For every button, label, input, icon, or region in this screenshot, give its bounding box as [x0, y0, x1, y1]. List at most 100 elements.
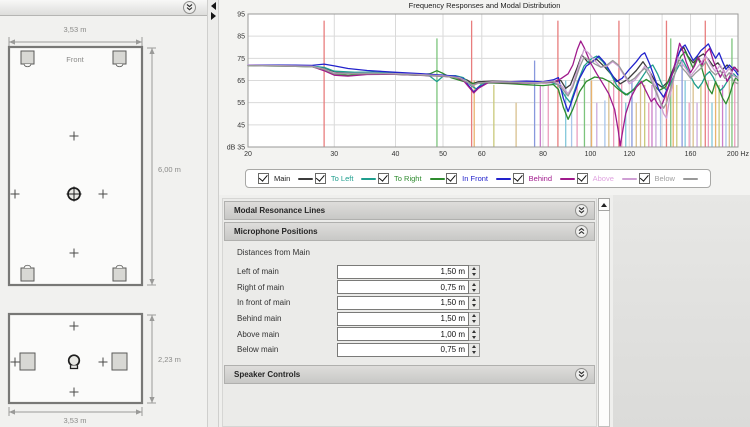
- elevation-height-label: 2,23 m: [158, 355, 181, 364]
- svg-text:100: 100: [585, 151, 597, 158]
- behind-main-spinner: [337, 312, 480, 326]
- room-panel-header: [0, 0, 207, 16]
- elevation-width-label: 3,53 m: [64, 416, 87, 425]
- speaker-icon[interactable]: [113, 51, 126, 67]
- mic-row-in-front-of-main: In front of main: [237, 295, 596, 311]
- analysis-panel: Frequency Responses and Modal Distributi…: [219, 0, 750, 427]
- legend-item-2: To Right: [378, 173, 445, 184]
- legend-item-1: To Left: [315, 173, 377, 184]
- section-speaker-controls[interactable]: Speaker Controls: [224, 365, 595, 384]
- elevation-width-dimension: [9, 407, 142, 416]
- legend-checkbox-in-front[interactable]: [446, 173, 457, 184]
- spinner-buttons: [469, 327, 480, 341]
- room-panel-collapse-button[interactable]: [183, 1, 196, 14]
- svg-text:85: 85: [237, 34, 245, 41]
- legend-line-swatch: [298, 178, 313, 180]
- room-layout-panel: 3,53 m Front: [0, 0, 207, 427]
- section-modal-resonance-lines[interactable]: Modal Resonance Lines: [224, 201, 595, 220]
- below-main-input[interactable]: [337, 343, 469, 357]
- field-label: In front of main: [237, 298, 337, 307]
- svg-text:80: 80: [539, 151, 547, 158]
- spin-down-icon[interactable]: [469, 319, 479, 325]
- section-expand-button[interactable]: [575, 368, 588, 381]
- spin-down-icon[interactable]: [469, 350, 479, 356]
- legend-label: Main: [274, 174, 290, 183]
- field-label: Above main: [237, 330, 337, 339]
- speaker-icon[interactable]: [21, 265, 34, 281]
- legend-line-swatch: [361, 178, 376, 180]
- legend-checkbox-behind[interactable]: [513, 173, 524, 184]
- legend-checkbox-below[interactable]: [639, 173, 650, 184]
- legend-checkbox-to-right[interactable]: [378, 173, 389, 184]
- field-label: Left of main: [237, 267, 337, 276]
- front-wall-label: Front: [66, 55, 84, 64]
- legend-item-3: In Front: [446, 173, 511, 184]
- speaker-icon[interactable]: [21, 51, 34, 67]
- legend-label: Above: [593, 174, 614, 183]
- svg-text:45: 45: [237, 122, 245, 129]
- spin-down-icon[interactable]: [469, 334, 479, 340]
- splitter-collapse-left-icon[interactable]: [211, 2, 216, 10]
- spin-down-icon[interactable]: [469, 303, 479, 309]
- legend-checkbox-above[interactable]: [577, 173, 588, 184]
- svg-text:dB 35: dB 35: [227, 145, 245, 152]
- legend-line-swatch: [683, 178, 698, 180]
- mic-row-right-of-main: Right of main: [237, 280, 596, 296]
- chevron-double-down-icon: [577, 206, 586, 215]
- splitter-collapse-right-icon[interactable]: [211, 12, 216, 20]
- chevron-double-down-icon: [577, 370, 586, 379]
- listener-head-icon[interactable]: [69, 355, 80, 368]
- section-collapse-button[interactable]: [575, 225, 588, 238]
- spinner-buttons: [469, 265, 480, 279]
- svg-text:50: 50: [439, 151, 447, 158]
- legend-item-5: Above: [577, 173, 637, 184]
- frequency-response-chart: Frequency Responses and Modal Distributi…: [219, 0, 750, 195]
- in-front-of-main-input[interactable]: [337, 296, 469, 310]
- behind-main-input[interactable]: [337, 312, 469, 326]
- empty-area: [613, 195, 750, 427]
- field-label: Behind main: [237, 314, 337, 323]
- section-microphone-positions[interactable]: Microphone Positions: [224, 222, 595, 241]
- spin-down-icon[interactable]: [469, 287, 479, 293]
- right-of-main-spinner: [337, 280, 480, 294]
- spinner-buttons: [469, 312, 480, 326]
- svg-text:120: 120: [623, 151, 635, 158]
- speaker-icon[interactable]: [20, 353, 35, 370]
- spin-down-icon[interactable]: [469, 272, 479, 278]
- speaker-icon[interactable]: [113, 265, 126, 281]
- chevron-double-down-icon: [185, 3, 194, 12]
- mic-row-left-of-main: Left of main: [237, 264, 596, 280]
- svg-text:65: 65: [237, 78, 245, 85]
- above-main-input[interactable]: [337, 327, 469, 341]
- scrollbar-up-icon[interactable]: [598, 198, 610, 211]
- right-of-main-input[interactable]: [337, 280, 469, 294]
- scrollbar-thumb[interactable]: [598, 211, 610, 427]
- room-diagrams: 3,53 m Front: [0, 15, 207, 427]
- legend-checkbox-main[interactable]: [258, 173, 269, 184]
- below-main-spinner: [337, 343, 480, 357]
- left-of-main-input[interactable]: [337, 265, 469, 279]
- distances-from-main-label: Distances from Main: [237, 248, 596, 257]
- elevation-height-dimension: [147, 315, 156, 403]
- legend-line-swatch: [496, 178, 511, 180]
- panel-splitter[interactable]: [207, 0, 219, 427]
- controls-column: Modal Resonance Lines Microphone Positio…: [222, 198, 597, 427]
- in-front-of-main-spinner: [337, 296, 480, 310]
- mic-row-behind-main: Behind main: [237, 311, 596, 327]
- svg-text:30: 30: [330, 151, 338, 158]
- room-plan-outline: [9, 47, 142, 285]
- speaker-icon[interactable]: [112, 353, 127, 370]
- legend-checkbox-to-left[interactable]: [315, 173, 326, 184]
- svg-text:200 Hz: 200 Hz: [727, 151, 750, 158]
- svg-text:20: 20: [244, 151, 252, 158]
- controls-scrollbar[interactable]: [598, 198, 610, 427]
- legend-item-0: Main: [258, 173, 313, 184]
- legend-label: Below: [655, 174, 675, 183]
- field-label: Below main: [237, 345, 337, 354]
- top-room-height-label: 6,00 m: [158, 165, 181, 174]
- chart-legend: Main To Left To Right In Front Behind: [245, 169, 711, 188]
- section-title: Speaker Controls: [234, 370, 575, 379]
- svg-text:60: 60: [478, 151, 486, 158]
- section-expand-button[interactable]: [575, 204, 588, 217]
- legend-label: To Left: [331, 174, 354, 183]
